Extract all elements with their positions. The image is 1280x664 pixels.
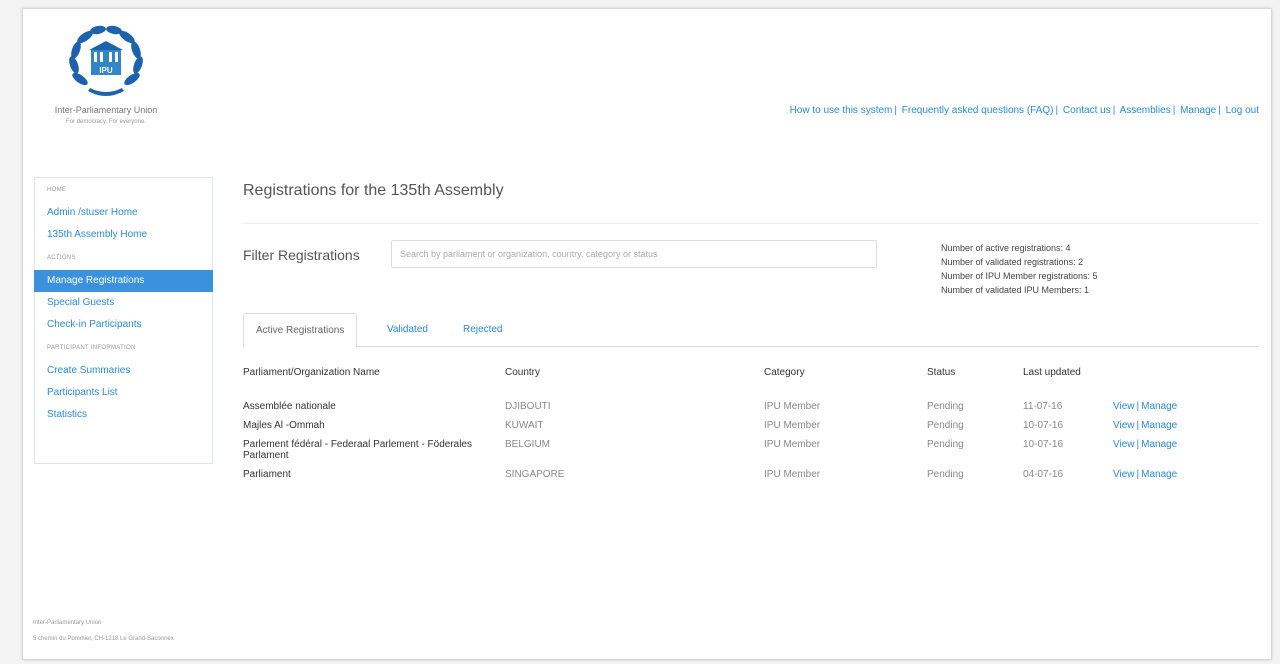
cell-actions: View | Manage [1113,401,1178,412]
cell-last-updated: 11-07-16 [1023,401,1063,412]
cell-name: Assemblée nationale [243,401,336,412]
cell-name: Parliament [243,469,291,480]
link-manage[interactable]: Manage [1180,105,1216,116]
link-contact-us[interactable]: Contact us [1063,105,1111,116]
link-faq[interactable]: Frequently asked questions (FAQ) [902,105,1054,116]
table-row: Parliament SINGAPORE IPU Member Pending … [243,465,1213,484]
cell-last-updated: 10-07-16 [1023,420,1064,431]
stat-active-registrations: Number of active registrations: 4 [941,243,1071,253]
cell-last-updated: 04-07-16 [1023,469,1064,480]
table-row: Assemblée nationale DJIBOUTI IPU Member … [243,397,1213,416]
registrations-table: Parliament/Organization Name Country Cat… [243,363,1213,484]
column-header-last-updated: Last updated [1023,367,1081,378]
column-header-actions [1113,363,1213,397]
sidebar-item-create-summaries[interactable]: Create Summaries [35,360,212,382]
cell-actions: View | Manage [1113,439,1178,450]
sidebar-item-admin-home[interactable]: Admin /stuser Home [35,202,212,224]
cell-category: IPU Member [764,420,821,431]
page-title: Registrations for the 135th Assembly [243,182,504,199]
cell-country: BELGIUM [505,439,551,450]
cell-country: SINGAPORE [505,469,565,480]
stat-ipu-member-registrations: Number of IPU Member registrations: 5 [941,271,1098,281]
cell-last-updated: 10-07-16 [1023,439,1064,450]
view-link[interactable]: View [1113,420,1135,431]
table-row: Parlement fédéral - Federaal Parlement -… [243,435,1213,465]
link-assemblies[interactable]: Assemblies [1120,105,1171,116]
manage-link[interactable]: Manage [1141,469,1177,480]
sidebar-section-participant-info: Participant Information [47,345,136,351]
link-how-to-use[interactable]: How to use this system [790,105,893,116]
view-link[interactable]: View [1113,469,1135,480]
cell-status: Pending [927,439,964,450]
table-row: Majles Al -Ommah KUWAIT IPU Member Pendi… [243,416,1213,435]
cell-category: IPU Member [764,469,821,480]
sidebar-item-statistics[interactable]: Statistics [35,404,212,426]
tab-rejected[interactable]: Rejected [451,313,514,347]
column-header-category: Category [764,367,805,378]
cell-status: Pending [927,469,964,480]
sidebar-item-special-guests[interactable]: Special Guests [35,292,212,314]
svg-text:IPU: IPU [99,66,113,75]
footer-org-name: Inter-Parliamentary Union [33,620,102,626]
cell-status: Pending [927,420,964,431]
filter-label: Filter Registrations [243,247,360,263]
stat-validated-ipu-members: Number of validated IPU Members: 1 [941,285,1090,295]
manage-link[interactable]: Manage [1141,420,1177,431]
filter-search-input[interactable] [391,240,877,268]
top-navigation: How to use this system | Frequently asked… [789,105,1259,116]
registration-tabs: Active Registrations Validated Rejected [243,313,1259,348]
ipu-logo: IPU [69,25,143,96]
manage-link[interactable]: Manage [1141,439,1177,450]
org-tagline: For democracy. For everyone. [66,119,146,125]
cell-category: IPU Member [764,401,821,412]
view-link[interactable]: View [1113,439,1135,450]
sidebar-item-manage-registrations[interactable]: Manage Registrations [34,270,213,292]
link-log-out[interactable]: Log out [1226,105,1259,116]
org-name: Inter-Parliamentary Union [54,105,158,115]
tab-active-registrations[interactable]: Active Registrations [243,313,358,348]
registration-stats: Number of active registrations: 4 Number… [941,241,1098,297]
cell-status: Pending [927,401,964,412]
column-header-name: Parliament/Organization Name [243,367,380,378]
cell-name: Parlement fédéral - Federaal Parlement -… [243,439,472,461]
column-header-country: Country [505,367,541,378]
sidebar-item-participants-list[interactable]: Participants List [35,382,212,404]
sidebar-section-actions: Actions [47,255,76,261]
cell-actions: View | Manage [1113,420,1178,431]
sidebar-item-assembly-home[interactable]: 135th Assembly Home [35,224,212,246]
stat-validated-registrations: Number of validated registrations: 2 [941,257,1084,267]
title-divider [243,223,1259,224]
manage-link[interactable]: Manage [1141,401,1177,412]
table-header-row: Parliament/Organization Name Country Cat… [243,363,1213,397]
footer: Inter-Parliamentary Union 5 chemin du Po… [33,615,174,647]
sidebar-section-home: Home [47,187,67,193]
page-frame: IPU Inter-Parliamentary Union For democr… [22,8,1272,660]
cell-name: Majles Al -Ommah [243,420,325,431]
cell-actions: View | Manage [1113,469,1178,480]
sidebar: Home Admin /stuser Home 135th Assembly H… [34,177,213,464]
sidebar-item-check-in[interactable]: Check-in Participants [35,314,212,336]
cell-category: IPU Member [764,439,821,450]
cell-country: KUWAIT [505,420,544,431]
cell-country: DJIBOUTI [505,401,551,412]
view-link[interactable]: View [1113,401,1135,412]
footer-address: 5 chemin du Pommier, CH-1218 Le Grand-Sa… [33,636,174,642]
tab-validated[interactable]: Validated [375,313,440,347]
column-header-status: Status [927,367,956,378]
logo-block: IPU Inter-Parliamentary Union For democr… [31,21,181,125]
